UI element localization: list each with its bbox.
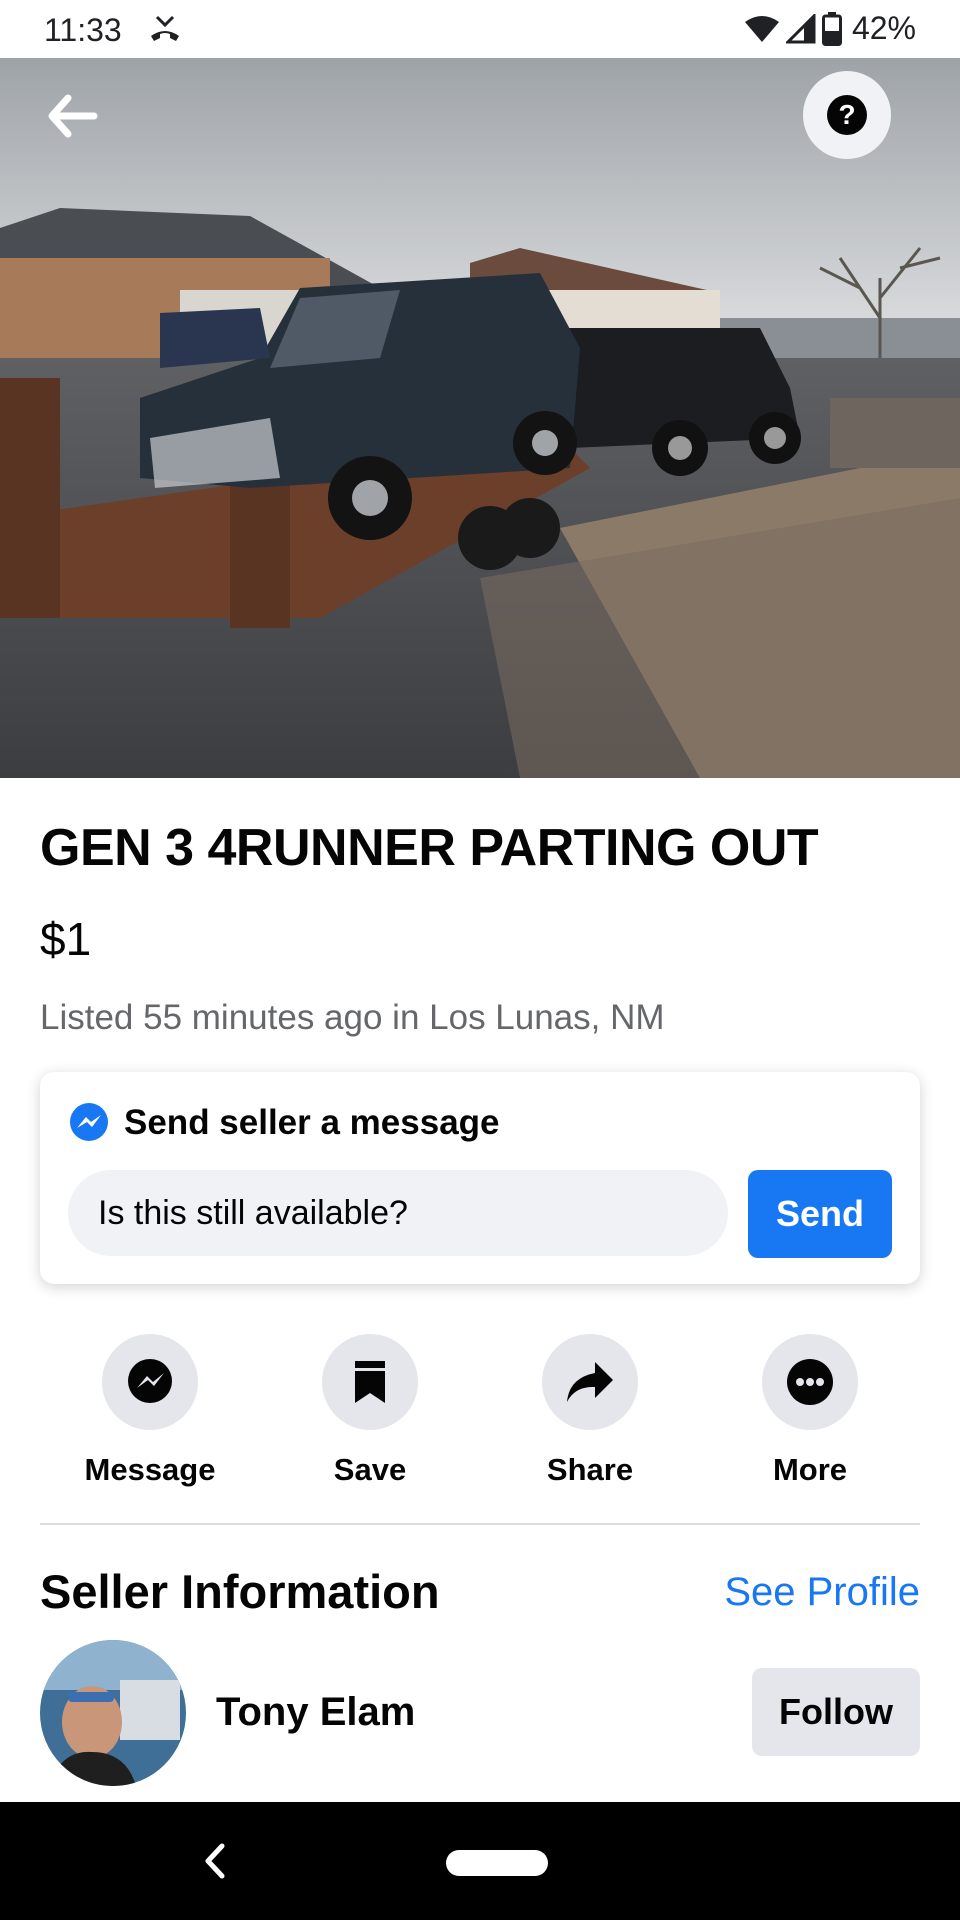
follow-button[interactable]: Follow [752,1668,920,1756]
listing-meta: Listed 55 minutes ago in Los Lunas, NM [40,998,665,1037]
section-divider [40,1523,920,1525]
seller-name[interactable]: Tony Elam [216,1690,415,1735]
more-dots-icon [787,1359,833,1405]
listing-title: GEN 3 4RUNNER PARTING OUT [40,819,819,877]
system-nav-bar [0,1802,960,1920]
messenger-icon [70,1103,108,1141]
wifi-icon [744,15,779,42]
message-card-header: Send seller a message [68,1102,500,1144]
battery-icon [821,11,842,46]
save-action-label: Save [333,1452,407,1487]
save-action-circle[interactable] [322,1334,418,1430]
nav-back-icon[interactable] [196,1836,232,1886]
back-arrow-icon[interactable] [42,88,102,144]
action-row: Message Save Share More [0,1334,960,1487]
help-button[interactable]: ? [803,71,891,159]
signal-icon [785,13,816,43]
more-action[interactable]: More [700,1334,920,1488]
status-time: 11:33 [44,12,122,48]
share-action-label: Share [546,1452,634,1487]
listing-price: $1 [40,913,92,965]
more-action-label: More [772,1452,848,1487]
message-action[interactable]: Message [40,1334,260,1488]
see-profile-link[interactable]: See Profile [724,1570,920,1615]
status-bar: 11:33 42% [0,0,960,58]
message-input[interactable]: Is this still available? [68,1170,728,1256]
battery-percent: 42% [851,10,916,46]
save-action[interactable]: Save [260,1334,480,1488]
message-action-label: Message [84,1452,216,1487]
listing-photo-image [0,58,960,778]
message-action-circle[interactable] [102,1334,198,1430]
more-action-circle[interactable] [762,1334,858,1430]
messenger-icon [128,1359,172,1403]
missed-call-icon [151,15,179,41]
send-button[interactable]: Send [748,1170,892,1258]
share-action-circle[interactable] [542,1334,638,1430]
share-action[interactable]: Share [480,1334,700,1488]
status-right: 42% [744,10,916,47]
help-icon: ? [827,95,867,135]
seller-avatar-image [40,1640,186,1786]
seller-avatar[interactable] [40,1640,186,1786]
listing-photo[interactable] [0,58,960,778]
nav-home-pill[interactable] [446,1850,548,1876]
message-card-title: Send seller a message [124,1103,500,1142]
seller-info-heading: Seller Information [40,1565,440,1618]
message-seller-card: Send seller a message Is this still avai… [40,1072,920,1284]
bookmark-icon [355,1361,385,1403]
share-arrow-icon [567,1362,613,1402]
